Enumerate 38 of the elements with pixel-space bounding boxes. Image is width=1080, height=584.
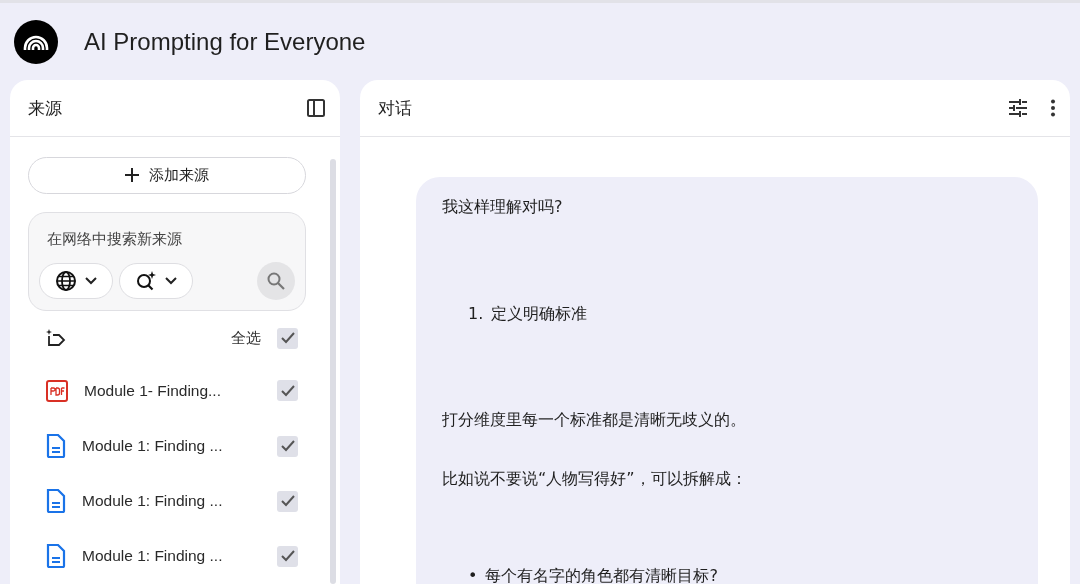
research-mode-dropdown[interactable] <box>119 262 193 299</box>
checkbox[interactable] <box>277 545 298 567</box>
list-number: 1. <box>468 304 484 325</box>
source-name[interactable]: Module 1: Finding ... <box>82 547 277 566</box>
message-text: 打分维度里每一个标准都是清晰无歧义的。 <box>442 410 746 431</box>
search-button[interactable] <box>257 261 295 300</box>
globe-icon <box>55 269 77 292</box>
plus-icon <box>125 168 139 183</box>
panel-title: 来源 <box>28 96 62 120</box>
document-icon <box>46 544 66 569</box>
select-all-label: 全选 <box>231 328 261 348</box>
source-name[interactable]: Module 1: Finding ... <box>82 437 277 456</box>
message-text: 我这样理解对吗? <box>442 197 563 218</box>
panel-title: 对话 <box>378 96 412 120</box>
search-field[interactable]: 在网络中搜索新来源 <box>39 229 295 248</box>
checkbox[interactable] <box>277 380 298 402</box>
source-name[interactable]: Module 1- Finding... <box>84 381 277 400</box>
source-name[interactable]: Module 1: Finding ... <box>82 492 277 511</box>
checkbox[interactable] <box>277 327 298 349</box>
sparkle-search-icon <box>135 269 157 292</box>
notebook-title: AI Prompting for Everyone <box>84 27 366 56</box>
tag-sparkle-icon[interactable] <box>46 329 66 348</box>
message-text: 比如说不要说“人物写得好”，可以拆解成： <box>442 469 747 490</box>
chevron-down-icon <box>165 276 177 285</box>
message-text: 定义明确标准 <box>491 304 588 325</box>
checkbox[interactable] <box>277 435 298 457</box>
checkbox[interactable] <box>277 490 298 512</box>
search-icon <box>267 271 285 290</box>
message-text: 每个有名字的角色都有清晰目标? <box>485 566 718 584</box>
bullet-mark: • <box>468 566 478 584</box>
scrollbar[interactable] <box>330 159 336 584</box>
chevron-down-icon <box>85 276 97 285</box>
document-icon <box>46 489 66 514</box>
web-source-dropdown[interactable] <box>39 262 113 299</box>
document-icon <box>46 434 66 459</box>
pdf-file-icon <box>46 379 68 402</box>
logo-icon <box>14 19 58 64</box>
add-source-button[interactable]: 添加来源 <box>28 157 306 194</box>
